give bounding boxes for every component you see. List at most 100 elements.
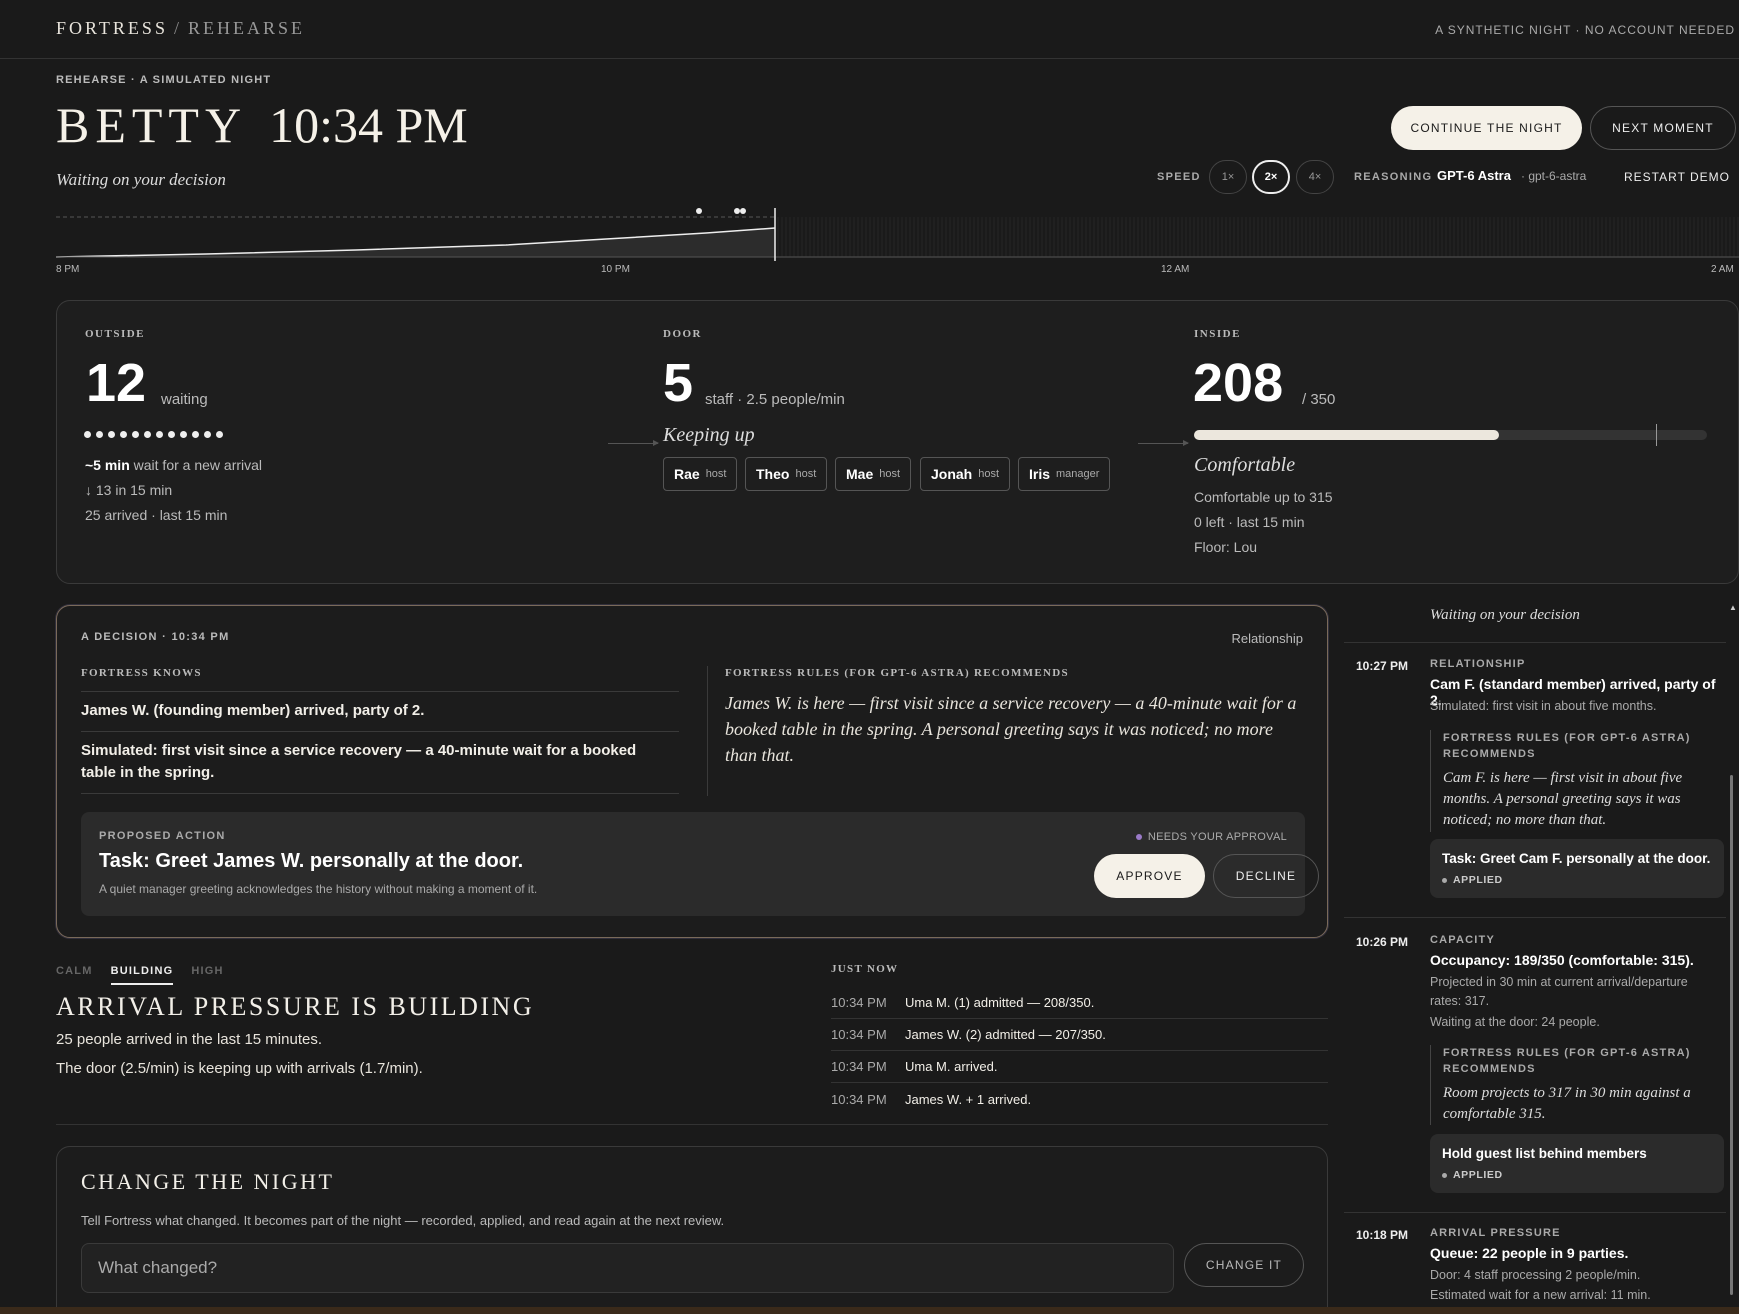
log-entry-detail: Projected in 30 min at current arrival/d…	[1430, 975, 1688, 1008]
speed-2x-button[interactable]: 2×	[1252, 160, 1290, 194]
status-dot-icon	[1442, 877, 1447, 883]
log-entry-category: ARRIVAL PRESSURE	[1430, 1227, 1561, 1239]
inside-left-line: 0 left · last 15 min	[1194, 514, 1305, 530]
outside-trend: ↓ 13 in 15 min	[85, 482, 173, 498]
staff-chip-theo[interactable]: Theo host	[745, 457, 828, 491]
timeline-tick: 12 AM	[1161, 264, 1190, 275]
staff-name: Theo	[756, 466, 790, 482]
change-it-button[interactable]: CHANGE IT	[1184, 1243, 1304, 1287]
log-entry-detail: Estimated wait for a new arrival: 11 min…	[1430, 1288, 1651, 1302]
staff-name: Iris	[1029, 466, 1051, 482]
staff-role: host	[795, 468, 817, 480]
proposed-action-title: Task: Greet James W. personally at the d…	[99, 850, 524, 872]
divider	[707, 666, 708, 796]
log-entry-title: Occupancy: 189/350 (comfortable: 315).	[1430, 952, 1694, 968]
venue-name: BETTY	[56, 97, 248, 153]
queue-dot	[96, 431, 103, 438]
inside-label: INSIDE	[1194, 328, 1241, 340]
speed-1x-button[interactable]: 1×	[1209, 160, 1247, 194]
log-recommendation-text: Cam F. is here — first visit in about fi…	[1443, 770, 1683, 828]
scroll-up-icon[interactable]: ▲	[1729, 603, 1737, 612]
divider	[81, 793, 679, 794]
arrow-icon	[608, 440, 659, 446]
pressure-tab-building[interactable]: BUILDING	[110, 965, 174, 985]
divider	[81, 731, 679, 732]
timeline-tick: 2 AM	[1711, 264, 1734, 275]
queue-dot	[108, 431, 115, 438]
speed-4x-button[interactable]: 4×	[1296, 160, 1334, 194]
applied-status-text: APPLIED	[1453, 1169, 1503, 1181]
change-input[interactable]: What changed?	[81, 1243, 1174, 1293]
log-scrollbar[interactable]: ▲	[1729, 603, 1737, 1314]
queue-dot	[144, 431, 151, 438]
queue-dot	[180, 431, 187, 438]
pressure-heading: ARRIVAL PRESSURE IS BUILDING	[56, 992, 535, 1021]
occupancy-bar	[1194, 424, 1707, 446]
decision-category: Relationship	[1231, 631, 1303, 646]
applied-status: APPLIED	[1442, 1169, 1712, 1181]
log-header: Waiting on your decision	[1344, 605, 1726, 643]
log-recommendation-text: Room projects to 317 in 30 min against a…	[1443, 1085, 1691, 1122]
divider	[81, 691, 679, 692]
restart-demo-button[interactable]: RESTART DEMO	[1624, 170, 1730, 184]
staff-chip-jonah[interactable]: Jonah host	[920, 457, 1011, 491]
log-applied-action[interactable]: Hold guest list behind members APPLIED	[1430, 1134, 1724, 1193]
event-row: 10:34 PM Uma M. arrived.	[831, 1051, 1328, 1083]
outside-unit: waiting	[161, 391, 208, 408]
reasoning-label: REASONING	[1354, 171, 1433, 183]
decision-card: A DECISION · 10:34 PM Relationship FORTR…	[56, 605, 1328, 938]
divider	[1344, 917, 1726, 918]
log-entry-title: Queue: 22 people in 9 parties.	[1430, 1245, 1629, 1261]
door-unit: staff · 2.5 people/min	[705, 391, 845, 408]
brand[interactable]: FORTRESS / REHEARSE	[56, 18, 305, 39]
model-id: · gpt-6-astra	[1521, 169, 1587, 183]
pressure-tab-high[interactable]: HIGH	[191, 965, 223, 985]
staff-role: host	[978, 468, 1000, 480]
staff-chip-iris[interactable]: Iris manager	[1018, 457, 1111, 491]
log-entry-category: RELATIONSHIP	[1430, 658, 1526, 670]
event-text: James W. (2) admitted — 207/350.	[905, 1027, 1106, 1042]
comfort-threshold-marker	[1655, 424, 1657, 446]
next-moment-button[interactable]: NEXT MOMENT	[1590, 106, 1736, 150]
night-timeline[interactable]	[56, 200, 1739, 280]
top-right-note: A SYNTHETIC NIGHT · NO ACCOUNT NEEDED	[1435, 23, 1735, 37]
scrollbar-thumb[interactable]	[1730, 775, 1733, 1295]
just-now-label: JUST NOW	[831, 963, 899, 975]
top-bar: FORTRESS / REHEARSE A SYNTHETIC NIGHT · NO…	[0, 0, 1739, 59]
queue-dot	[216, 431, 223, 438]
staff-name: Jonah	[931, 466, 973, 482]
recommendation-label: FORTRESS RULES (FOR GPT-6 ASTRA) RECOMME…	[725, 667, 1069, 679]
status-dot-icon	[1135, 834, 1142, 840]
event-text: Uma M. arrived.	[905, 1059, 998, 1074]
pressure-tab-calm[interactable]: CALM	[56, 965, 93, 985]
status-dot-icon	[1442, 1172, 1447, 1178]
status-line: Waiting on your decision	[56, 170, 226, 189]
queue-dots	[84, 431, 223, 438]
brand-name: FORTRESS	[56, 18, 168, 38]
brand-separator: /	[173, 18, 182, 38]
knows-label: FORTRESS KNOWS	[81, 667, 202, 679]
timeline-event-dot	[734, 208, 740, 214]
log-entry-time: 10:27 PM	[1356, 659, 1409, 673]
knows-fact: James W. (founding member) arrived, part…	[81, 702, 425, 719]
log-recommendation: FORTRESS RULES (FOR GPT-6 ASTRA) RECOMME…	[1430, 730, 1720, 832]
approve-button[interactable]: APPROVE	[1094, 854, 1205, 898]
log-entry-detail: Waiting at the door: 24 people.	[1430, 1015, 1600, 1029]
brand-section: REHEARSE	[187, 18, 305, 38]
staff-name: Mae	[846, 466, 874, 482]
log-entry-detail: Simulated: first visit in about five mon…	[1430, 699, 1657, 713]
applied-action-title: Hold guest list behind members	[1442, 1146, 1647, 1161]
model-name[interactable]: GPT-6 Astra	[1437, 168, 1511, 183]
applied-status: APPLIED	[1442, 874, 1712, 886]
log-entry-time: 10:18 PM	[1356, 1228, 1409, 1242]
staff-chip-rae[interactable]: Rae host	[663, 457, 738, 491]
decline-button[interactable]: DECLINE	[1213, 854, 1319, 898]
continue-night-button[interactable]: CONTINUE THE NIGHT	[1391, 106, 1582, 150]
log-recommendation: FORTRESS RULES (FOR GPT-6 ASTRA) RECOMME…	[1430, 1045, 1720, 1125]
log-header-status: Waiting on your decision	[1430, 607, 1580, 623]
log-applied-action[interactable]: Task: Greet Cam F. personally at the doo…	[1430, 839, 1724, 898]
speed-label: SPEED	[1157, 171, 1201, 183]
floor-manager: Floor: Lou	[1194, 539, 1258, 555]
event-row: 10:34 PM James W. + 1 arrived.	[831, 1083, 1328, 1115]
staff-chip-mae[interactable]: Mae host	[835, 457, 912, 491]
